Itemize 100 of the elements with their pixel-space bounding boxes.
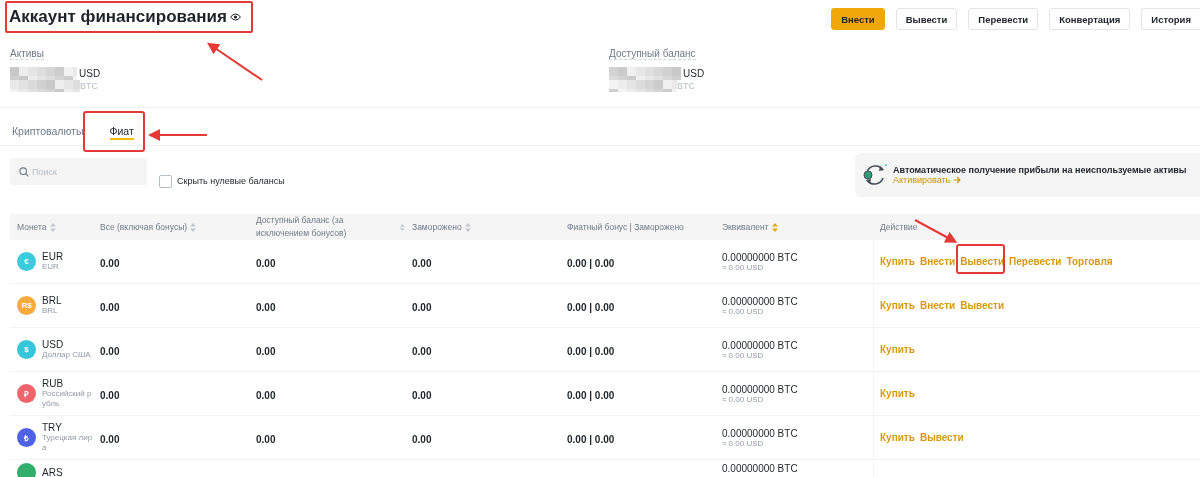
tab[interactable]: Криптовалюты xyxy=(10,117,86,144)
sort-icon[interactable] xyxy=(49,222,56,232)
blurred-value-drawing xyxy=(10,80,80,92)
table-cell-text: 0.00 xyxy=(99,257,120,269)
table-cell-text: 0.00 xyxy=(411,301,432,313)
balance-label: Доступный баланс xyxy=(609,48,696,60)
balance-label: Активы xyxy=(10,48,44,60)
action-link[interactable]: Вывести xyxy=(960,300,1005,311)
action-link[interactable]: Купить xyxy=(880,256,915,267)
highlight-box xyxy=(83,111,145,152)
currency-name: BRL xyxy=(42,306,59,316)
sort-icon[interactable] xyxy=(771,222,778,232)
action-link[interactable]: Внести xyxy=(919,300,956,311)
currency-code: ARS xyxy=(42,467,63,477)
table-cell-text: 0.00 xyxy=(255,345,276,357)
header-button[interactable]: Перевести xyxy=(968,8,1039,30)
table-cell-text: 0.00 xyxy=(255,301,276,313)
table-cell-text: 0.00 | 0.00 xyxy=(566,257,615,269)
btc-value: 0.00000000 BTC xyxy=(722,383,799,395)
usd-value: ≈ 0.00 USD xyxy=(722,438,765,448)
table-cell-text: 0.00 xyxy=(411,345,432,357)
arrow-right-icon xyxy=(953,176,962,184)
action-link[interactable]: Купить xyxy=(880,300,915,311)
currency-label: BTC xyxy=(80,81,98,91)
table-cell-text: 0.00 xyxy=(255,389,276,401)
currency-icon: $ xyxy=(17,340,36,359)
header-button[interactable]: История xyxy=(1141,8,1200,30)
page-title: Аккаунт финансирования xyxy=(9,7,227,27)
column-header: Заморожено xyxy=(412,220,462,234)
table-cell-text: 0.00 xyxy=(411,433,432,445)
currency-name: Доллар США xyxy=(42,350,92,360)
action-link[interactable]: Купить xyxy=(880,432,915,443)
currency-code: RUB xyxy=(42,378,65,390)
annotation-arrow xyxy=(148,129,208,141)
currency-icon: ₺ xyxy=(17,428,36,447)
column-header: Доступный баланс (за исключением бонусов) xyxy=(256,214,348,240)
activate-link[interactable]: Активировать xyxy=(893,175,1187,185)
refresh-coin-icon xyxy=(862,162,888,188)
btc-value: 0.00000000 BTC xyxy=(722,339,799,351)
btc-value: 0.00000000 BTC xyxy=(722,251,799,263)
checkbox-label: Скрыть нулевые балансы xyxy=(177,176,285,186)
tab[interactable]: Фиат xyxy=(107,117,136,144)
currency-code: BRL xyxy=(42,295,63,307)
table-cell-text: 0.00 xyxy=(99,433,120,445)
search-icon xyxy=(19,167,29,177)
usd-value: ≈ 0.00 USD xyxy=(722,394,765,404)
blurred-value-drawing xyxy=(609,80,677,92)
action-link[interactable]: Внести xyxy=(919,256,956,267)
currency-icon: ₽ xyxy=(17,384,36,403)
table-cell-text: 0.00 xyxy=(255,257,276,269)
action-link[interactable]: Вывести xyxy=(960,256,1005,267)
header-button[interactable]: Внести xyxy=(831,8,885,30)
table-cell-text: 0.00 xyxy=(411,389,432,401)
usd-value: ≈ 0.00 USD xyxy=(722,262,765,272)
column-header: Эквивалент xyxy=(722,220,769,234)
btc-value: 0.00000000 BTC xyxy=(722,427,799,439)
currency-code: USD xyxy=(42,339,65,351)
action-link[interactable]: Торговля xyxy=(1066,256,1113,267)
action-link[interactable]: Вывести xyxy=(919,432,964,443)
action-link[interactable]: Купить xyxy=(880,388,915,399)
table-cell-text: 0.00 | 0.00 xyxy=(566,301,615,313)
checkbox[interactable] xyxy=(159,174,172,188)
sort-icon[interactable] xyxy=(400,222,405,232)
currency-name: EUR xyxy=(42,262,60,272)
action-link[interactable]: Перевести xyxy=(1009,256,1062,267)
table-cell-text: 0.00 xyxy=(411,257,432,269)
table-cell-text: 0.00 xyxy=(99,389,120,401)
column-header: Монета xyxy=(17,220,47,234)
currency-name: Турецкая лир а xyxy=(42,433,94,453)
blurred-value-drawing xyxy=(10,67,77,80)
btc-value: 0.00000000 BTC xyxy=(722,295,799,307)
promo-title: Автоматическое получение прибыли на неиспользуемые активы xyxy=(893,165,1187,175)
column-header: Действие xyxy=(880,220,918,234)
currency-icon: R$ xyxy=(17,296,36,315)
annotation-arrow xyxy=(207,42,263,81)
sort-icon[interactable] xyxy=(464,222,471,232)
table-cell-text: 0.00 xyxy=(255,433,276,445)
column-header: Фиатный бонус | Заморожено xyxy=(567,220,684,234)
blurred-value-drawing xyxy=(609,67,681,80)
currency-code: EUR xyxy=(42,251,65,263)
currency-name: Российский р убль xyxy=(42,389,93,409)
action-link[interactable]: Купить xyxy=(880,344,915,355)
table-cell-text: 0.00 | 0.00 xyxy=(566,389,615,401)
currency-icon: € xyxy=(17,252,36,271)
table-cell-text: 0.00 xyxy=(99,345,120,357)
header-button[interactable]: Конвертация xyxy=(1049,8,1131,30)
search-field[interactable]: Поиск xyxy=(10,158,147,185)
eye-icon[interactable] xyxy=(229,13,241,21)
btc-value: 0.00000000 BTC xyxy=(722,463,799,474)
header-button[interactable]: Вывести xyxy=(895,8,958,30)
currency-code: TRY xyxy=(42,422,63,434)
sort-icon[interactable] xyxy=(190,222,197,232)
currency-label: USD xyxy=(683,68,705,79)
table-cell-text: 0.00 xyxy=(99,301,120,313)
table-cell-text: 0.00 | 0.00 xyxy=(566,345,615,357)
usd-value: ≈ 0.00 USD xyxy=(722,350,765,360)
usd-value: ≈ 0.00 USD xyxy=(722,306,765,316)
table-cell-text: 0.00 | 0.00 xyxy=(566,433,615,445)
currency-label: USD xyxy=(79,68,101,79)
column-header: Все (включая бонусы) xyxy=(100,220,188,234)
